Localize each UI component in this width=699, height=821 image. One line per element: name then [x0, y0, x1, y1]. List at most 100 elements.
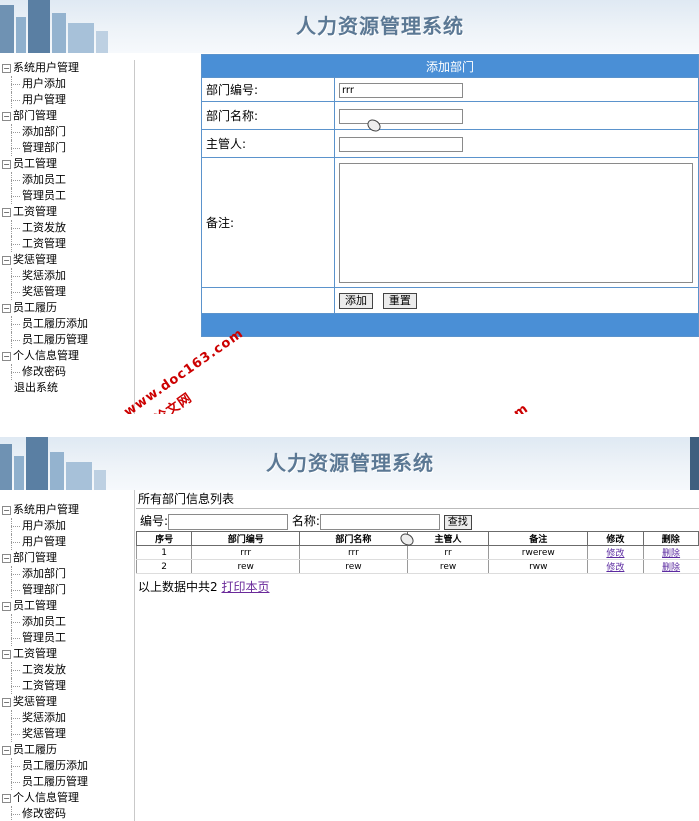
edit-link[interactable]: 修改	[606, 549, 624, 559]
collapse-icon[interactable]: −	[2, 697, 11, 707]
collapse-icon[interactable]: −	[2, 63, 11, 73]
table-cell: rew	[299, 559, 408, 574]
sidebar-item-2[interactable]: 用户添加	[2, 518, 88, 534]
print-link[interactable]: 打印本页	[221, 580, 269, 594]
collapse-icon[interactable]: −	[2, 303, 11, 313]
collapse-icon[interactable]: −	[2, 111, 11, 121]
remark-label: 备注:	[201, 157, 335, 288]
list-title: 所有部门信息列表	[136, 490, 699, 509]
dept-no-input[interactable]	[339, 82, 463, 98]
sidebar-item-2[interactable]: 管理员工	[2, 630, 88, 646]
sidebar-group-label: 员工履历	[13, 743, 57, 756]
sidebar-item[interactable]: 添加员工	[2, 172, 88, 188]
add-button[interactable]: 添加	[339, 292, 373, 309]
sidebar-menu: − 系统用户管理 用户添加 用户管理 − 部门管理 添加部门 管理部门 − 员工管理 添加员工 管理员…	[0, 60, 135, 414]
logout-link[interactable]: 退出系统	[2, 380, 88, 396]
sidebar-group-2[interactable]: − 员工履历	[2, 742, 88, 758]
sidebar-item-2[interactable]: 用户管理	[2, 534, 88, 550]
table-cell: rrr	[299, 545, 408, 560]
dept-name-label: 部门名称:	[201, 101, 335, 130]
sidebar-group-2[interactable]: − 奖惩管理	[2, 694, 88, 710]
sidebar-item[interactable]: 修改密码	[2, 364, 88, 380]
sidebar-item-2[interactable]: 修改密码	[2, 806, 88, 821]
sidebar-item[interactable]: 用户管理	[2, 92, 88, 108]
sidebar-group[interactable]: − 员工管理	[2, 156, 88, 172]
sidebar-item[interactable]: 工资发放	[2, 220, 88, 236]
sidebar-group-label: 员工管理	[13, 157, 57, 170]
sidebar-item-2[interactable]: 奖惩管理	[2, 726, 88, 742]
sidebar-group-2[interactable]: − 系统用户管理	[2, 502, 88, 518]
summary-count: 2	[210, 580, 218, 594]
sidebar-group[interactable]: − 员工履历	[2, 300, 88, 316]
dept-name-input[interactable]	[339, 108, 463, 124]
collapse-icon[interactable]: −	[2, 745, 11, 755]
sidebar-group-label: 员工管理	[13, 599, 57, 612]
action-cell: 修改	[587, 559, 644, 574]
department-list-screen: 人力资源管理系统 − 系统用户管理 用户添加 用户管理 − 部门管理 添加部门 管理部门 − 员工…	[0, 437, 699, 821]
collapse-icon[interactable]: −	[2, 207, 11, 217]
search-name-input[interactable]	[319, 513, 440, 530]
sidebar-item[interactable]: 工资管理	[2, 236, 88, 252]
sidebar-item[interactable]: 用户添加	[2, 76, 88, 92]
sidebar-group-2[interactable]: − 员工管理	[2, 598, 88, 614]
summary-line: 以上数据中共2 打印本页	[136, 578, 699, 595]
sidebar-item-2[interactable]: 员工履历添加	[2, 758, 88, 774]
reset-button[interactable]: 重置	[382, 292, 417, 309]
sidebar-menu-2: − 系统用户管理 用户添加 用户管理 − 部门管理 添加部门 管理部门 − 员工管理 添加员工 管理员…	[0, 490, 135, 821]
collapse-icon[interactable]: −	[2, 351, 11, 361]
sidebar-item[interactable]: 管理部门	[2, 140, 88, 156]
sidebar-group[interactable]: − 奖惩管理	[2, 252, 88, 268]
search-name-label: 名称:	[291, 514, 320, 528]
sidebar-item-2[interactable]: 工资发放	[2, 662, 88, 678]
table-cell: rrr	[191, 545, 300, 560]
app-title-2: 人力资源管理系统	[266, 451, 434, 475]
sidebar-group-2[interactable]: − 工资管理	[2, 646, 88, 662]
form-footer-bar	[201, 313, 699, 337]
collapse-icon[interactable]: −	[2, 159, 11, 169]
sidebar-item-2[interactable]: 管理部门	[2, 582, 88, 598]
sidebar-group[interactable]: − 部门管理	[2, 108, 88, 124]
collapse-icon[interactable]: −	[2, 793, 11, 803]
collapse-icon[interactable]: −	[2, 505, 11, 515]
collapse-icon[interactable]: −	[2, 553, 11, 563]
sidebar-group[interactable]: − 系统用户管理	[2, 60, 88, 76]
delete-link[interactable]: 删除	[662, 549, 680, 559]
edit-link[interactable]: 修改	[606, 563, 624, 573]
sidebar-item[interactable]: 员工履历添加	[2, 316, 88, 332]
sidebar-group-2[interactable]: − 个人信息管理	[2, 790, 88, 806]
column-header: 主管人	[406, 531, 490, 546]
sidebar-item[interactable]: 添加部门	[2, 124, 88, 140]
search-button[interactable]: 查找	[443, 515, 472, 530]
sidebar-group[interactable]: − 工资管理	[2, 204, 88, 220]
collapse-icon[interactable]: −	[2, 649, 11, 659]
sidebar-item[interactable]: 管理员工	[2, 188, 88, 204]
summary-prefix: 以上数据中共	[138, 580, 211, 594]
sidebar-item-2[interactable]: 工资管理	[2, 678, 88, 694]
watermark-url-2: www.doc163.com	[406, 401, 531, 414]
sidebar-group-label: 个人信息管理	[13, 791, 79, 804]
sidebar-group[interactable]: − 个人信息管理	[2, 348, 88, 364]
table-row: 2 rew rew rew rww 修改 删除	[135, 559, 699, 574]
sidebar-group-label: 个人信息管理	[13, 349, 79, 362]
sidebar-item-2[interactable]: 添加员工	[2, 614, 88, 630]
collapse-icon[interactable]: −	[2, 601, 11, 611]
add-department-form: 添加部门 部门编号: 部门名称: 主管人: 备注: 添加 重置	[201, 54, 699, 341]
sidebar-group-2[interactable]: − 部门管理	[2, 550, 88, 566]
sidebar-item[interactable]: 奖惩添加	[2, 268, 88, 284]
sidebar-item[interactable]: 奖惩管理	[2, 284, 88, 300]
search-bar: 编号: 名称: 查找	[136, 511, 699, 531]
sidebar-item-2[interactable]: 奖惩添加	[2, 710, 88, 726]
manager-label: 主管人:	[201, 129, 335, 158]
delete-link[interactable]: 删除	[662, 563, 680, 573]
remark-textarea[interactable]	[339, 162, 693, 283]
action-cell: 删除	[642, 559, 699, 574]
app-banner: 人力资源管理系统	[0, 0, 699, 53]
sidebar-item[interactable]: 员工履历管理	[2, 332, 88, 348]
table-cell: rr	[406, 545, 489, 560]
collapse-icon[interactable]: −	[2, 255, 11, 265]
manager-input[interactable]	[339, 136, 463, 152]
search-no-input[interactable]	[168, 513, 289, 530]
sidebar-item-2[interactable]: 员工履历管理	[2, 774, 88, 790]
sidebar-item-2[interactable]: 添加部门	[2, 566, 88, 582]
menu-tree: − 系统用户管理 用户添加 用户管理 − 部门管理 添加部门 管理部门 − 员工管理 添加员工 管理员…	[2, 60, 88, 396]
